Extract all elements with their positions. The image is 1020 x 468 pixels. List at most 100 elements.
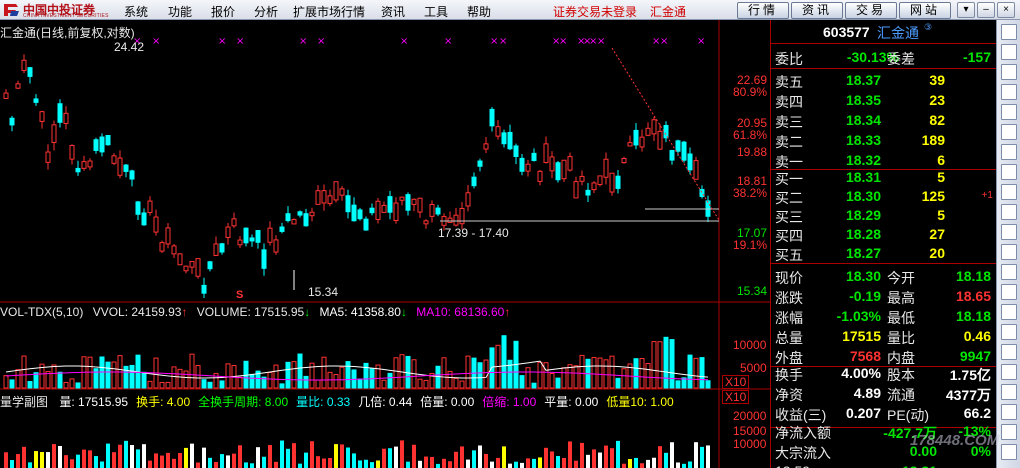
ask-label: 卖三 [775, 114, 803, 130]
bid-price: 18.28 [845, 226, 881, 242]
stock-name[interactable]: 汇金通 [877, 23, 919, 43]
stat-value: 9947 [959, 348, 991, 364]
stat-row: 现价 18.30 今开 18.18 [771, 266, 997, 286]
flow-row: 13:59 18.31 [771, 461, 997, 468]
sub-multiplier: X10 [722, 390, 750, 404]
flow-value: 18.31 [902, 463, 937, 468]
watermark: 178448.COM [910, 432, 1000, 449]
line-icon[interactable] [1001, 224, 1017, 240]
scroll-up-icon[interactable] [1001, 24, 1017, 40]
stat-value: 18.18 [955, 268, 991, 284]
alert-icon[interactable] [1001, 364, 1017, 380]
svg-text:×: × [218, 36, 226, 47]
order-diff-label: 委差 [887, 51, 915, 67]
bid-row: 买二 18.30 125 +1 [771, 186, 997, 206]
sub-chart-metric: 量: 17515.95 [59, 395, 129, 409]
zoom-out-icon[interactable] [1001, 184, 1017, 200]
volume-bars [3, 335, 711, 389]
fundamental-value: 66.2 [963, 405, 991, 421]
flow-label: 净流入额 [775, 425, 831, 441]
pct-label: 61.8% [733, 128, 768, 142]
user-icon[interactable] [1001, 384, 1017, 400]
stat-row: 总量 17515 量比 0.46 [771, 326, 997, 346]
fundamental-row: 净资 4.89 流通 4377万 [771, 383, 997, 403]
fundamental-value: 1.75亿 [949, 367, 991, 383]
zoom-in-icon[interactable] [1001, 164, 1017, 180]
price-label: 19.88 [737, 145, 768, 159]
sub-chart-header: 量学副图 量: 17515.95 换手: 4.00 全换手周期: 8.00 量比: 0… [0, 393, 674, 410]
f10-icon[interactable] [1001, 344, 1017, 360]
stat-value: 7568 [849, 348, 881, 364]
menu-tools[interactable]: 工具 [424, 3, 448, 20]
bid-change: +1 [981, 190, 993, 201]
menu-system[interactable]: 系统 [124, 3, 148, 20]
bid-volume: 27 [929, 226, 945, 242]
volume-indicator-name: VOL-TDX(5,10) [0, 305, 84, 319]
menu-news[interactable]: 资讯 [381, 3, 405, 20]
money-icon[interactable] [1001, 324, 1017, 340]
order-ratio-label: 委比 [775, 51, 803, 67]
high-annotation: 24.42 [114, 40, 145, 54]
list-icon[interactable] [1001, 64, 1017, 80]
stat-value: 0.46 [963, 328, 991, 344]
rank-icon[interactable] [1001, 144, 1017, 160]
quotes-button[interactable]: 行情 [737, 2, 789, 19]
current-stock-link[interactable]: 汇金通 [650, 3, 686, 20]
fundamental-value: 4.00% [841, 365, 881, 381]
side-toolbar [996, 20, 1020, 468]
scroll-down-icon[interactable] [1001, 444, 1017, 460]
close-icon[interactable]: × [997, 2, 1015, 18]
stat-label: 现价 [775, 270, 803, 286]
menu-help[interactable]: 帮助 [467, 3, 491, 20]
news-icon[interactable] [1001, 404, 1017, 420]
vol-icon[interactable] [1001, 304, 1017, 320]
svg-text:×: × [490, 36, 498, 47]
volume-header: VOL-TDX(5,10) VVOL: 24159.93↑ VOLUME: 17… [0, 305, 511, 319]
candle-icon[interactable] [1001, 204, 1017, 220]
stat-value: 17515 [842, 328, 881, 344]
sell-signal-marker: S [236, 289, 244, 301]
info-icon[interactable] [1001, 124, 1017, 140]
rsi-icon[interactable] [1001, 284, 1017, 300]
macd-icon[interactable] [1001, 244, 1017, 260]
sub-chart-metric: 换手: 4.00 [136, 395, 191, 409]
news-button[interactable]: 资讯 [791, 2, 843, 19]
trade-button[interactable]: 交易 [845, 2, 897, 19]
sub-axis-label: 15000 [733, 424, 767, 438]
ask-price: 18.33 [845, 132, 881, 148]
vvol-value: VVOL: 24159.93 [92, 305, 182, 319]
stat-value: 18.30 [845, 268, 881, 284]
pct-label: 80.9% [733, 85, 768, 99]
fundamental-value: 4.89 [853, 385, 881, 401]
stat-label: 今开 [887, 270, 915, 286]
ask-volume: 23 [929, 92, 945, 108]
chart-icon[interactable] [1001, 84, 1017, 100]
sub-chart-metric: 几倍: 0.44 [358, 395, 413, 409]
pct-label: 19.1% [733, 238, 768, 252]
svg-text:×: × [499, 36, 507, 47]
home-icon[interactable] [1001, 44, 1017, 60]
kdj-icon[interactable] [1001, 264, 1017, 280]
order-diff-value: -157 [962, 49, 991, 65]
kline-chart-area[interactable]: × × × × × × × × × × × × × × × × × × × 汇金通(日线,前复权,对数) 22.69… [0, 20, 770, 468]
dropdown-icon[interactable]: ▾ [957, 2, 975, 18]
settings-icon[interactable] [1001, 424, 1017, 440]
bid-volume: 125 [921, 188, 945, 204]
minimize-icon[interactable]: – [977, 2, 995, 18]
stat-value: -1.03% [836, 308, 881, 324]
volume-axis-label: 5000 [740, 361, 767, 375]
menu-extended-market[interactable]: 扩展市场行情 [293, 3, 365, 20]
ma10-value: MA10: 68136.60 [416, 305, 505, 319]
svg-text:×: × [660, 36, 668, 47]
menu-quote[interactable]: 报价 [211, 3, 235, 20]
menu-function[interactable]: 功能 [168, 3, 192, 20]
website-button[interactable]: 网站 [899, 2, 951, 19]
grid-icon[interactable] [1001, 104, 1017, 120]
ask-label: 卖五 [775, 74, 803, 90]
sub-chart-name: 量学副图 [0, 395, 49, 409]
sub-chart-metric: 低量10: 1.00 [606, 395, 674, 409]
trade-login-status[interactable]: 证券交易未登录 [553, 3, 637, 20]
range-annotation: 17.39 - 17.40 [438, 226, 509, 240]
bid-label: 买五 [775, 247, 803, 263]
menu-analysis[interactable]: 分析 [254, 3, 278, 20]
